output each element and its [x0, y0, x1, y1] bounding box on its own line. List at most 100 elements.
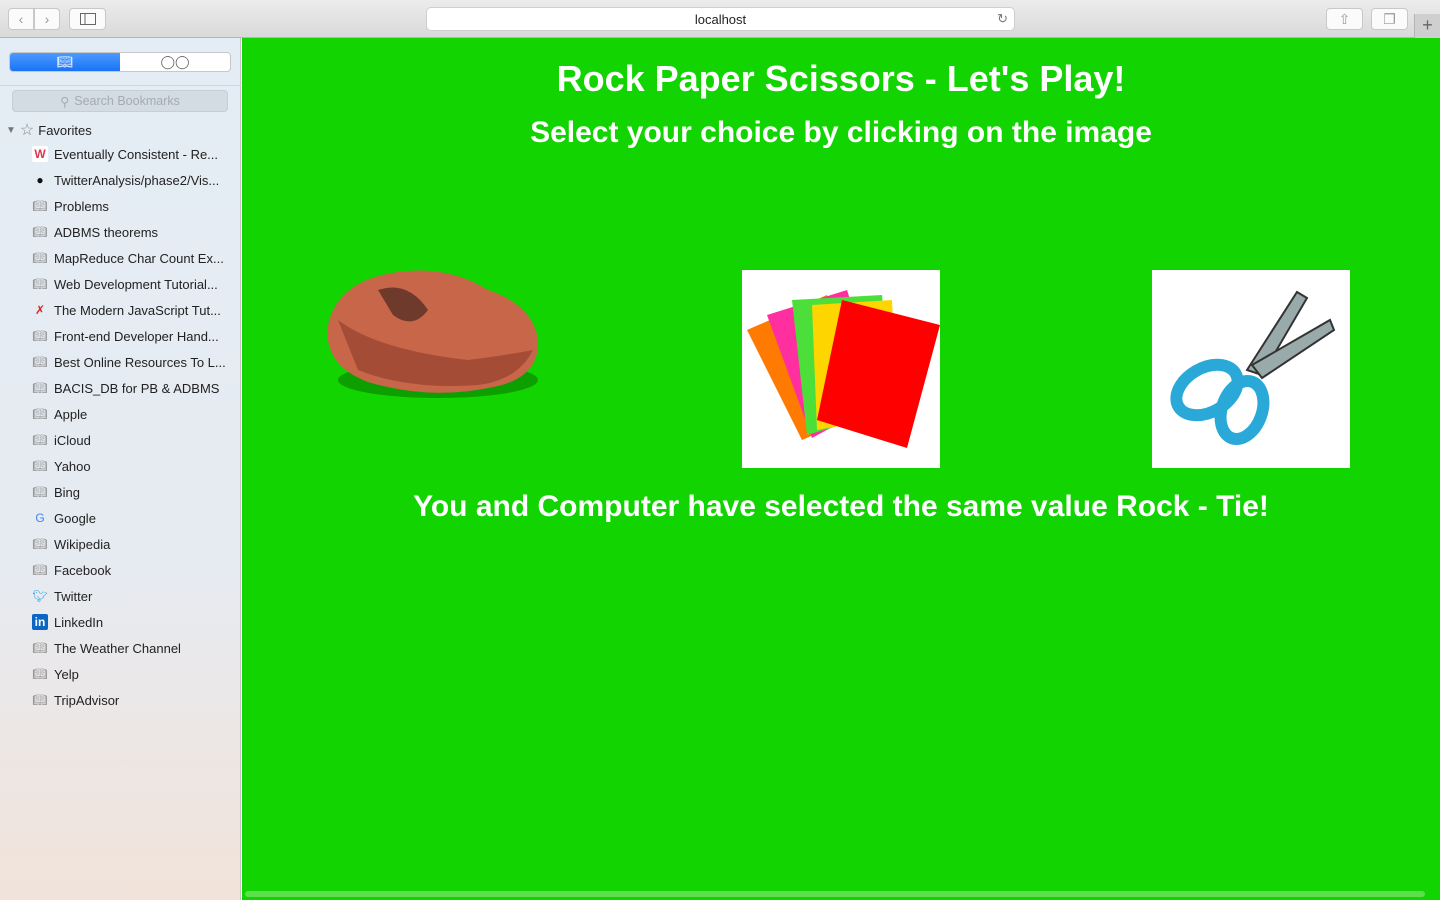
bookmark-item[interactable]: 📖︎ Best Online Resources To L...: [32, 349, 237, 375]
plus-icon: +: [1422, 15, 1433, 35]
bookmark-label: TwitterAnalysis/phase2/Vis...: [54, 172, 220, 188]
book-icon: 📖︎: [32, 277, 48, 291]
bookmark-item[interactable]: 📖︎ Apple: [32, 401, 237, 427]
book-icon: 📖︎: [32, 459, 48, 473]
book-icon: 📖︎: [32, 407, 48, 421]
bookmarks-tab[interactable]: 📖︎: [10, 53, 120, 71]
bookmark-label: Google: [54, 510, 96, 526]
book-icon: 📖︎: [32, 355, 48, 369]
sidebar-icon: [79, 13, 96, 25]
bookmark-label: Best Online Resources To L...: [54, 354, 226, 370]
bookmark-label: Bing: [54, 484, 81, 500]
bookmark-item[interactable]: 📖︎ Problems: [32, 193, 237, 219]
js-tutorial-icon: ✗: [34, 303, 46, 317]
reload-icon[interactable]: ↻: [997, 11, 1008, 27]
bookmark-label: Facebook: [54, 562, 112, 578]
favorites-label: Favorites: [38, 122, 92, 138]
share-icon: ⇧: [1338, 10, 1351, 27]
search-bookmarks-input[interactable]: ⚲ Search Bookmarks: [12, 90, 228, 112]
bookmark-label: Twitter: [54, 588, 93, 604]
new-tab-button[interactable]: +: [1414, 14, 1440, 38]
rock-choice-image[interactable]: [318, 260, 548, 410]
book-icon: 📖︎: [32, 381, 48, 395]
bookmarks-list: W Eventually Consistent - Re... ● TwitterAn…: [32, 141, 237, 713]
bookmark-label: Wikipedia: [54, 536, 111, 552]
glasses-icon: ◯◯: [160, 54, 190, 69]
github-icon: ●: [36, 173, 44, 187]
google-icon: G: [35, 511, 45, 525]
bookmark-label: MapReduce Char Count Ex...: [54, 250, 224, 266]
book-icon: 📖︎: [32, 433, 48, 447]
sidebar-toggle-button[interactable]: [69, 8, 106, 30]
bookmark-item[interactable]: 📖︎ iCloud: [32, 427, 237, 453]
result-message: You and Computer have selected the same …: [413, 490, 1269, 523]
bookmark-item[interactable]: 📖︎ Yahoo: [32, 453, 237, 479]
book-icon: 📖︎: [56, 54, 74, 69]
bookmark-item[interactable]: W Eventually Consistent - Re...: [32, 141, 237, 167]
bookmark-item[interactable]: ✗ The Modern JavaScript Tut...: [32, 297, 237, 323]
bookmarks-sidebar: 📖︎ ◯◯ ⚲ Search Bookmarks ▼ ☆ Favorites W Eve…: [0, 38, 241, 900]
bookmark-item[interactable]: G Google: [32, 505, 237, 531]
bookmark-label: LinkedIn: [54, 614, 104, 630]
bookmark-label: The Weather Channel: [54, 640, 181, 656]
horizontal-scrollbar[interactable]: [245, 891, 1425, 897]
bookmark-label: iCloud: [54, 432, 91, 448]
bookmark-item[interactable]: 📖︎ BACIS_DB for PB & ADBMS: [32, 375, 237, 401]
bookmark-item[interactable]: 📖︎ Bing: [32, 479, 237, 505]
bookmark-item[interactable]: 📖︎ The Weather Channel: [32, 635, 237, 661]
star-icon: ☆: [19, 122, 35, 139]
tabs-overview-button[interactable]: ❐: [1371, 8, 1408, 30]
divider: [0, 85, 241, 86]
favorites-folder[interactable]: ▼ ☆ Favorites: [6, 120, 92, 140]
search-placeholder: Search Bookmarks: [74, 94, 180, 108]
chevron-right-icon: ›: [44, 11, 50, 27]
bookmark-label: TripAdvisor: [54, 692, 120, 708]
bookmark-label: Yahoo: [54, 458, 91, 474]
bookmark-label: ADBMS theorems: [54, 224, 159, 240]
reading-list-tab[interactable]: ◯◯: [120, 53, 230, 71]
bookmark-label: Front-end Developer Hand...: [54, 328, 219, 344]
w-favicon: W: [32, 146, 48, 162]
book-icon: 📖︎: [32, 225, 48, 239]
bookmark-label: Eventually Consistent - Re...: [54, 146, 219, 162]
tabs-icon: ❐: [1383, 10, 1396, 27]
bookmark-item[interactable]: 📖︎ TripAdvisor: [32, 687, 237, 713]
chevron-left-icon: ‹: [18, 11, 24, 27]
linkedin-icon: in: [32, 614, 48, 630]
bookmark-item[interactable]: ● TwitterAnalysis/phase2/Vis...: [32, 167, 237, 193]
bookmark-item[interactable]: 📖︎ MapReduce Char Count Ex...: [32, 245, 237, 271]
bookmark-label: Web Development Tutorial...: [54, 276, 218, 292]
search-icon: ⚲: [60, 94, 70, 109]
bookmark-item[interactable]: 📖︎ Front-end Developer Hand...: [32, 323, 237, 349]
twitter-icon: 🐦︎: [32, 589, 48, 603]
book-icon: 📖︎: [32, 693, 48, 707]
bookmark-label: Problems: [54, 198, 109, 214]
bookmark-item[interactable]: 📖︎ ADBMS theorems: [32, 219, 237, 245]
book-icon: 📖︎: [32, 537, 48, 551]
book-icon: 📖︎: [32, 667, 48, 681]
browser-toolbar: ‹ › localhost ↻ ⇧ ❐ +: [0, 0, 1440, 38]
page-subtitle: Select your choice by clicking on the im…: [530, 116, 1152, 149]
paper-choice-image[interactable]: [742, 270, 940, 468]
disclosure-triangle-icon[interactable]: ▼: [6, 125, 16, 136]
book-icon: 📖︎: [32, 329, 48, 343]
back-button[interactable]: ‹: [8, 8, 34, 30]
book-icon: 📖︎: [32, 563, 48, 577]
game-page: Rock Paper Scissors - Let's Play! Select…: [242, 38, 1440, 900]
book-icon: 📖︎: [32, 251, 48, 265]
bookmark-item[interactable]: 📖︎ Web Development Tutorial...: [32, 271, 237, 297]
book-icon: 📖︎: [32, 641, 48, 655]
scissors-choice-image[interactable]: [1152, 270, 1350, 468]
bookmark-item[interactable]: 📖︎ Yelp: [32, 661, 237, 687]
address-bar[interactable]: localhost ↻: [426, 7, 1015, 31]
url-text: localhost: [694, 11, 747, 27]
bookmark-item[interactable]: 📖︎ Wikipedia: [32, 531, 237, 557]
share-button[interactable]: ⇧: [1326, 8, 1363, 30]
bookmark-item[interactable]: 📖︎ Facebook: [32, 557, 237, 583]
sidebar-segmented-control: 📖︎ ◯◯: [9, 52, 231, 72]
bookmark-label: The Modern JavaScript Tut...: [54, 302, 221, 318]
bookmark-item[interactable]: 🐦︎ Twitter: [32, 583, 237, 609]
forward-button[interactable]: ›: [34, 8, 60, 30]
paper-icon: [747, 290, 940, 448]
bookmark-item[interactable]: in LinkedIn: [32, 609, 237, 635]
